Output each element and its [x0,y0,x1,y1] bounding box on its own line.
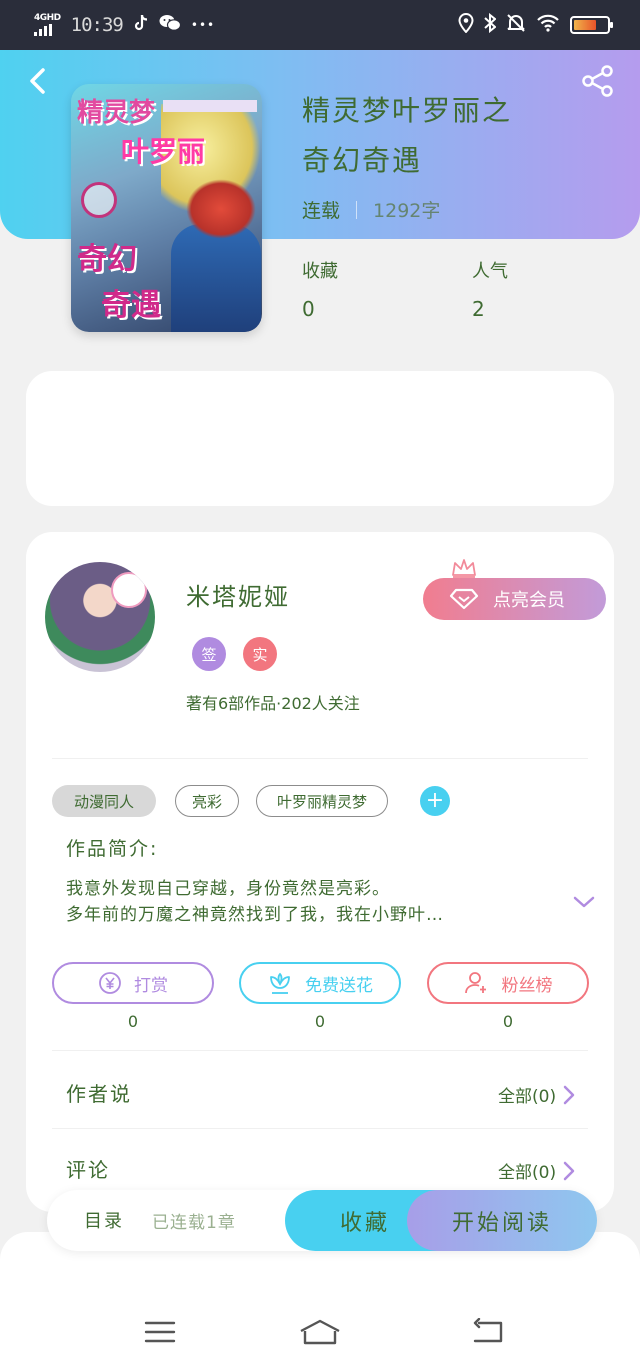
cover-art-figure [171,224,261,332]
word-count: 1292字 [373,200,441,222]
more-indicator: ••• [190,18,216,32]
book-cover[interactable]: 精灵梦 叶罗丽 奇幻 奇遇 [71,84,262,332]
cover-emblem [81,182,117,218]
meta-divider [356,200,358,219]
start-reading-button[interactable]: 开始阅读 [407,1190,597,1251]
chevron-right-icon [563,1085,575,1104]
popularity-value: 2 [472,297,485,321]
author-avatar[interactable] [45,562,155,672]
author-says-title: 作者说 [66,1082,132,1106]
diamond-icon [449,588,479,610]
cover-badge [163,100,257,112]
tag-chip[interactable]: 亮彩 [175,785,239,817]
cover-title-a: 精灵梦 [77,98,156,128]
reward-label: 打赏 [134,975,168,996]
signed-badge: 签 [192,637,226,671]
send-flower-button[interactable]: 免费送花 [239,962,401,1004]
yuan-icon [99,972,121,994]
wifi-icon [536,14,560,36]
send-flower-label: 免费送花 [305,975,373,996]
reward-count: 0 [127,1012,139,1031]
menu-icon[interactable] [144,1318,176,1346]
verified-badge: 实 [243,637,277,671]
divider [52,1128,588,1129]
cover-title-d: 奇幻 [77,242,137,277]
popularity-stat: 人气 2 [472,257,508,321]
intro-label: 作品简介: [66,838,159,860]
intro-line: 我意外发现自己穿越，身份竟然是亮彩。 [66,879,390,899]
chevron-right-icon [563,1161,575,1180]
author-says-all-link[interactable]: 全部(0) [498,1082,576,1107]
crown-icon [452,559,476,578]
book-title: 精灵梦叶罗丽之 奇幻奇遇 [302,86,602,186]
bluetooth-icon [484,12,497,37]
mute-icon [506,13,526,37]
popularity-label: 人气 [472,261,508,282]
book-meta: 连载 1292字 [302,196,440,223]
divider [52,758,588,759]
fans-icon [464,972,486,994]
intro-line: 多年前的万魔之神竟然找到了我，我在小野叶… [66,905,444,925]
book-title-line2: 奇幻奇遇 [302,144,423,177]
cover-art-hair [186,179,256,239]
clock: 10:39 [70,14,124,36]
favorites-stat: 收藏 0 [302,257,338,321]
vip-button[interactable]: 点亮会员 [423,578,606,620]
divider [52,1050,588,1051]
favorites-value: 0 [302,297,315,321]
comments-all-link[interactable]: 全部(0) [498,1158,576,1183]
reward-button[interactable]: 打赏 [52,962,214,1004]
comments-title: 评论 [66,1158,110,1182]
status-bar: 4GHD 10:39 ••• [0,0,640,50]
chevron-left-icon [30,68,45,94]
location-icon [458,12,474,37]
tag-chip[interactable]: 动漫同人 [52,785,156,817]
vip-button-label: 点亮会员 [493,590,565,611]
chevron-down-icon[interactable] [572,890,596,914]
bottom-sheet [0,1232,640,1372]
flower-count: 0 [314,1012,326,1031]
tag-chip[interactable]: 叶罗丽精灵梦 [256,785,388,817]
cover-title-e: 奇遇 [101,288,161,323]
cover-title-b: 叶罗丽 [121,135,206,168]
add-tag-button[interactable]: + [420,786,450,816]
avatar-badge [111,572,147,608]
author-says-all-label: 全部(0) [498,1087,557,1107]
tiktok-icon [133,14,149,37]
serial-status: 连载 [302,200,341,222]
favorites-label: 收藏 [302,261,338,282]
network-type: 4GHD [34,13,61,23]
intro-text[interactable]: 我意外发现自己穿越，身份竟然是亮彩。 多年前的万魔之神竟然找到了我，我在小野叶… [66,876,556,928]
signal-icon: 4GHD [34,14,61,36]
chapter-status: 已连载1章 [152,1213,236,1233]
flower-icon [270,972,290,994]
fans-ranking-button[interactable]: 粉丝榜 [427,962,589,1004]
author-name[interactable]: 米塔妮娅 [186,577,290,612]
home-icon[interactable] [298,1318,342,1346]
author-summary: 著有6部作品·202人关注 [186,694,360,713]
catalog-button[interactable]: 目录 [84,1207,124,1233]
back-icon[interactable] [472,1318,504,1346]
book-title-line1: 精灵梦叶罗丽之 [302,94,513,127]
back-button[interactable] [22,66,52,96]
wechat-icon [159,14,181,37]
comments-all-label: 全部(0) [498,1163,557,1183]
placeholder-card [26,371,614,506]
fans-ranking-label: 粉丝榜 [501,975,553,996]
battery-icon [570,16,613,34]
fans-count: 0 [502,1012,514,1031]
